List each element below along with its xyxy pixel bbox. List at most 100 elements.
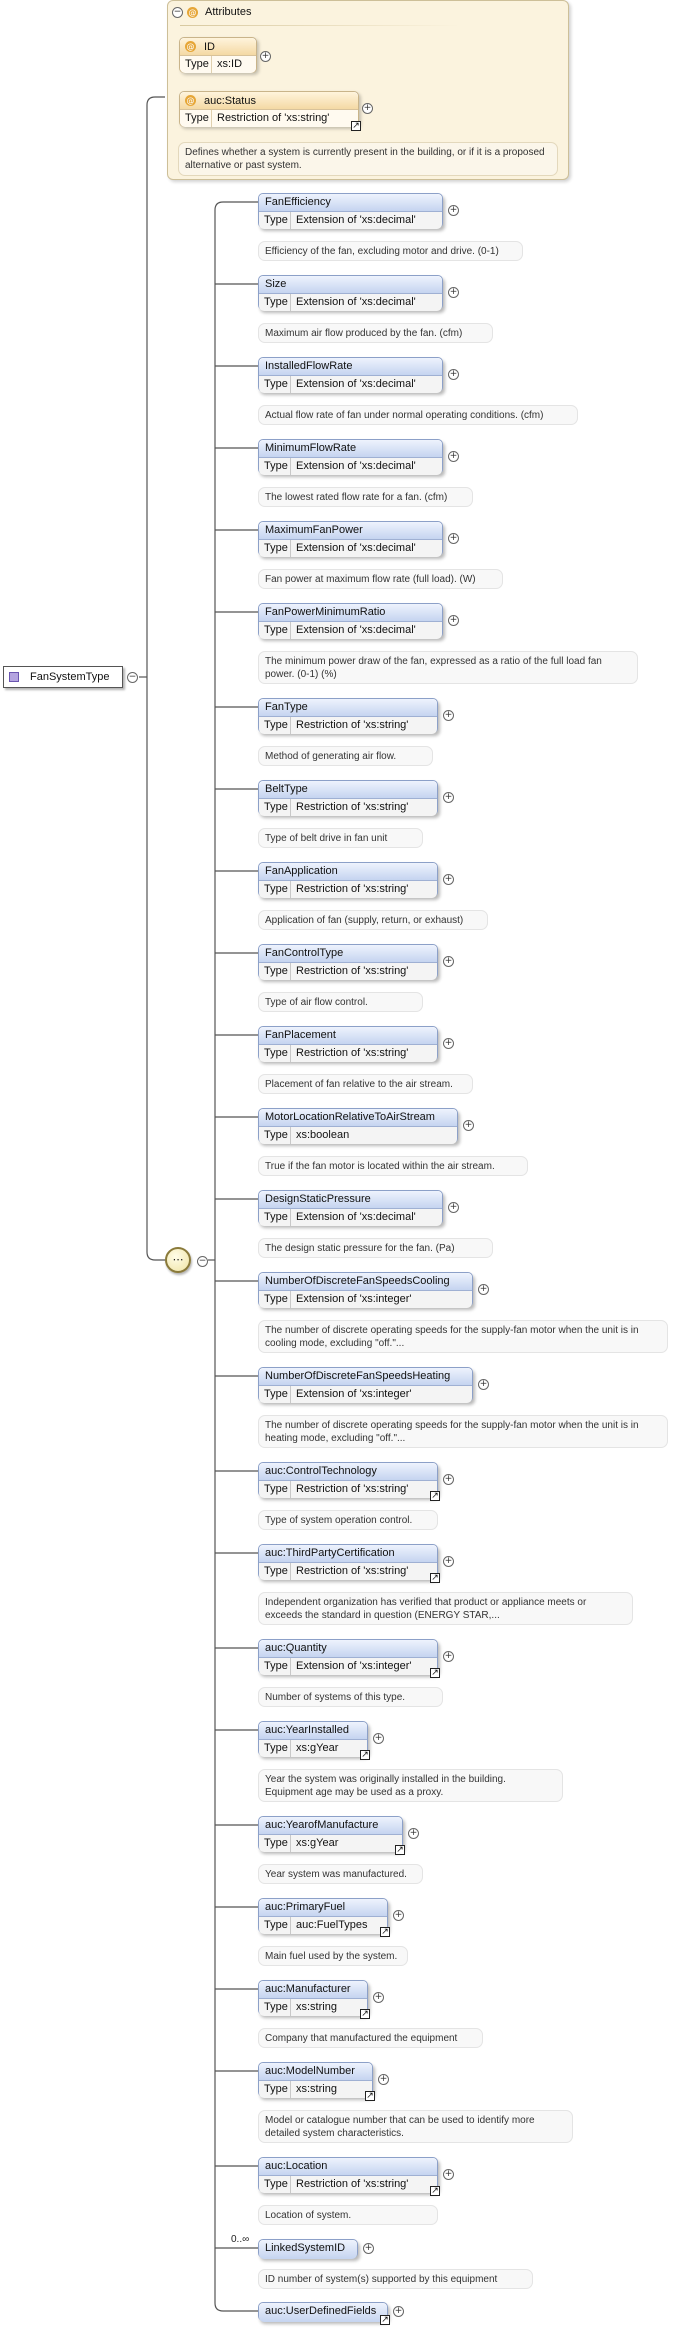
element-fancontroltype[interactable]: FanControlType Type Restriction of 'xs:str… [258,944,438,980]
element-installedflowrate[interactable]: InstalledFlowRate Type Extension of 'xs:de… [258,357,443,393]
element-auc-primaryfuel[interactable]: auc:PrimaryFuel Type auc:FuelTypes [258,1898,388,1934]
type-value: xs:string [296,2083,337,2095]
element-fanefficiency[interactable]: FanEfficiency Type Extension of 'xs:decima… [258,193,443,229]
type-reference-arrow-icon[interactable]: ↗ [380,2315,390,2325]
type-label: Type [264,1660,288,1672]
type-reference-arrow-icon[interactable]: ↗ [395,1845,405,1855]
type-value: Extension of 'xs:integer' [296,1388,412,1400]
element-auc-quantity[interactable]: auc:Quantity Type Extension of 'xs:integer… [258,1639,438,1675]
element-fanpowerminimumratio[interactable]: FanPowerMinimumRatio Type Extension of 'xs… [258,603,443,639]
type-reference-arrow-icon[interactable]: ↗ [430,2186,440,2196]
element-auc-controltechnology[interactable]: auc:ControlTechnology Type Restriction of … [258,1462,438,1498]
element-expand-button[interactable]: + [443,710,454,721]
element-expand-button[interactable]: + [393,1910,404,1921]
sequence-collapse-button[interactable]: − [197,1256,208,1267]
element-expand-button[interactable]: + [443,956,454,967]
sequence-trunk-line [214,201,258,2312]
element-name: FanEfficiency [265,196,331,208]
element-numberofdiscretefanspeedscooling[interactable]: NumberOfDiscreteFanSpeedsCooling Type Exte… [258,1272,473,1308]
root-element-fansystemtype[interactable]: FanSystemType [3,666,123,688]
type-label: Type [264,801,288,813]
element-auc-location[interactable]: auc:Location Type Restriction of 'xs:strin… [258,2157,438,2193]
element-type-row: Type Extension of 'xs:integer' [259,1658,437,1675]
element-expand-button[interactable]: + [448,533,459,544]
element-maximumfanpower[interactable]: MaximumFanPower Type Extension of 'xs:deci… [258,521,443,557]
type-label: Type [264,1047,288,1059]
element-expand-button[interactable]: + [443,1651,454,1662]
complex-type-icon [9,672,19,682]
element-documentation: The design static pressure for the fan. … [258,1238,493,1258]
element-fantype[interactable]: FanType Type Restriction of 'xs:string' [258,698,438,734]
element-type-row: Type xs:gYear [259,1740,367,1757]
element-expand-button[interactable]: + [373,1733,384,1744]
element-expand-button[interactable]: + [378,2074,389,2085]
element-expand-button[interactable]: + [448,369,459,380]
element-expand-button[interactable]: + [448,205,459,216]
type-value: xs:boolean [296,1129,350,1141]
element-numberofdiscretefanspeedsheating[interactable]: NumberOfDiscreteFanSpeedsHeating Type Exte… [258,1367,473,1403]
element-expand-button[interactable]: + [443,792,454,803]
column-divider [290,1563,291,1580]
element-auc-thirdpartycertification[interactable]: auc:ThirdPartyCertification Type Restricti… [258,1544,438,1580]
element-expand-button[interactable]: + [448,1202,459,1213]
element-name: auc:UserDefinedFields [265,2305,377,2317]
element-motorlocationrelativetoairstream[interactable]: MotorLocationRelativeToAirStream Type xs:b… [258,1108,458,1144]
element-expand-button[interactable]: + [443,1556,454,1567]
type-value: Restriction of 'xs:string' [296,1565,409,1577]
element-expand-button[interactable]: + [408,1828,419,1839]
type-reference-arrow-icon[interactable]: ↗ [360,2009,370,2019]
type-reference-arrow-icon[interactable]: ↗ [351,121,361,131]
element-linkedsystemid[interactable]: LinkedSystemID [258,2239,358,2259]
attribute-id[interactable]: @ ID Type xs:ID [179,37,257,73]
element-expand-button[interactable]: + [443,1474,454,1485]
type-reference-arrow-icon[interactable]: ↗ [380,1927,390,1937]
element-auc-userdefinedfields[interactable]: auc:UserDefinedFields [258,2302,388,2322]
element-expand-button[interactable]: + [393,2306,404,2317]
column-divider [290,376,291,393]
attributes-header: − @ Attributes [168,1,568,23]
element-header: auc:YearofManufacture [259,1817,402,1835]
element-fanplacement[interactable]: FanPlacement Type Restriction of 'xs:strin… [258,1026,438,1062]
element-expand-button[interactable]: + [443,1038,454,1049]
element-type-row: Type Extension of 'xs:decimal' [259,622,442,639]
element-auc-yearofmanufacture[interactable]: auc:YearofManufacture Type xs:gYear [258,1816,403,1852]
attribute-auc-status[interactable]: @ auc:Status Type Restriction of 'xs:str… [179,91,359,127]
element-expand-button[interactable]: + [478,1379,489,1390]
type-reference-arrow-icon[interactable]: ↗ [365,2091,375,2101]
element-belttype[interactable]: BeltType Type Restriction of 'xs:string' [258,780,438,816]
element-type-row: Type Restriction of 'xs:string' [259,2176,437,2193]
element-size[interactable]: Size Type Extension of 'xs:decimal' [258,275,443,311]
root-branch-line [146,96,165,1261]
element-auc-yearinstalled[interactable]: auc:YearInstalled Type xs:gYear [258,1721,368,1757]
type-reference-arrow-icon[interactable]: ↗ [430,1491,440,1501]
element-expand-button[interactable]: + [363,2243,374,2254]
type-reference-arrow-icon[interactable]: ↗ [360,1750,370,1760]
element-name: auc:Quantity [265,1642,327,1654]
element-expand-button[interactable]: + [463,1120,474,1131]
element-expand-button[interactable]: + [448,615,459,626]
type-label: Type [264,2178,288,2190]
element-fanapplication[interactable]: FanApplication Type Restriction of 'xs:str… [258,862,438,898]
type-reference-arrow-icon[interactable]: ↗ [430,1573,440,1583]
element-designstaticpressure[interactable]: DesignStaticPressure Type Extension of 'xs… [258,1190,443,1226]
element-expand-button[interactable]: + [478,1284,489,1295]
element-auc-manufacturer[interactable]: auc:Manufacturer Type xs:string [258,1980,368,2016]
element-expand-button[interactable]: + [443,2169,454,2180]
sequence-compositor-icon[interactable]: ⋯ [165,1247,191,1273]
element-header: auc:Quantity [259,1640,437,1658]
element-expand-button[interactable]: + [448,287,459,298]
attribute-expand-button[interactable]: + [362,103,373,114]
element-type-row: Type Extension of 'xs:decimal' [259,376,442,393]
element-expand-button[interactable]: + [443,874,454,885]
element-minimumflowrate[interactable]: MinimumFlowRate Type Extension of 'xs:deci… [258,439,443,475]
element-auc-modelnumber[interactable]: auc:ModelNumber Type xs:string [258,2062,373,2098]
type-reference-arrow-icon[interactable]: ↗ [430,1668,440,1678]
type-value: auc:FuelTypes [296,1919,368,1931]
root-collapse-button[interactable]: − [127,672,138,683]
element-expand-button[interactable]: + [373,1992,384,2003]
attributes-collapse-button[interactable]: − [172,7,183,18]
element-expand-button[interactable]: + [448,451,459,462]
attribute-expand-button[interactable]: + [260,51,271,62]
element-type-row: Type auc:FuelTypes [259,1917,387,1934]
element-documentation: Type of air flow control. [258,992,423,1012]
